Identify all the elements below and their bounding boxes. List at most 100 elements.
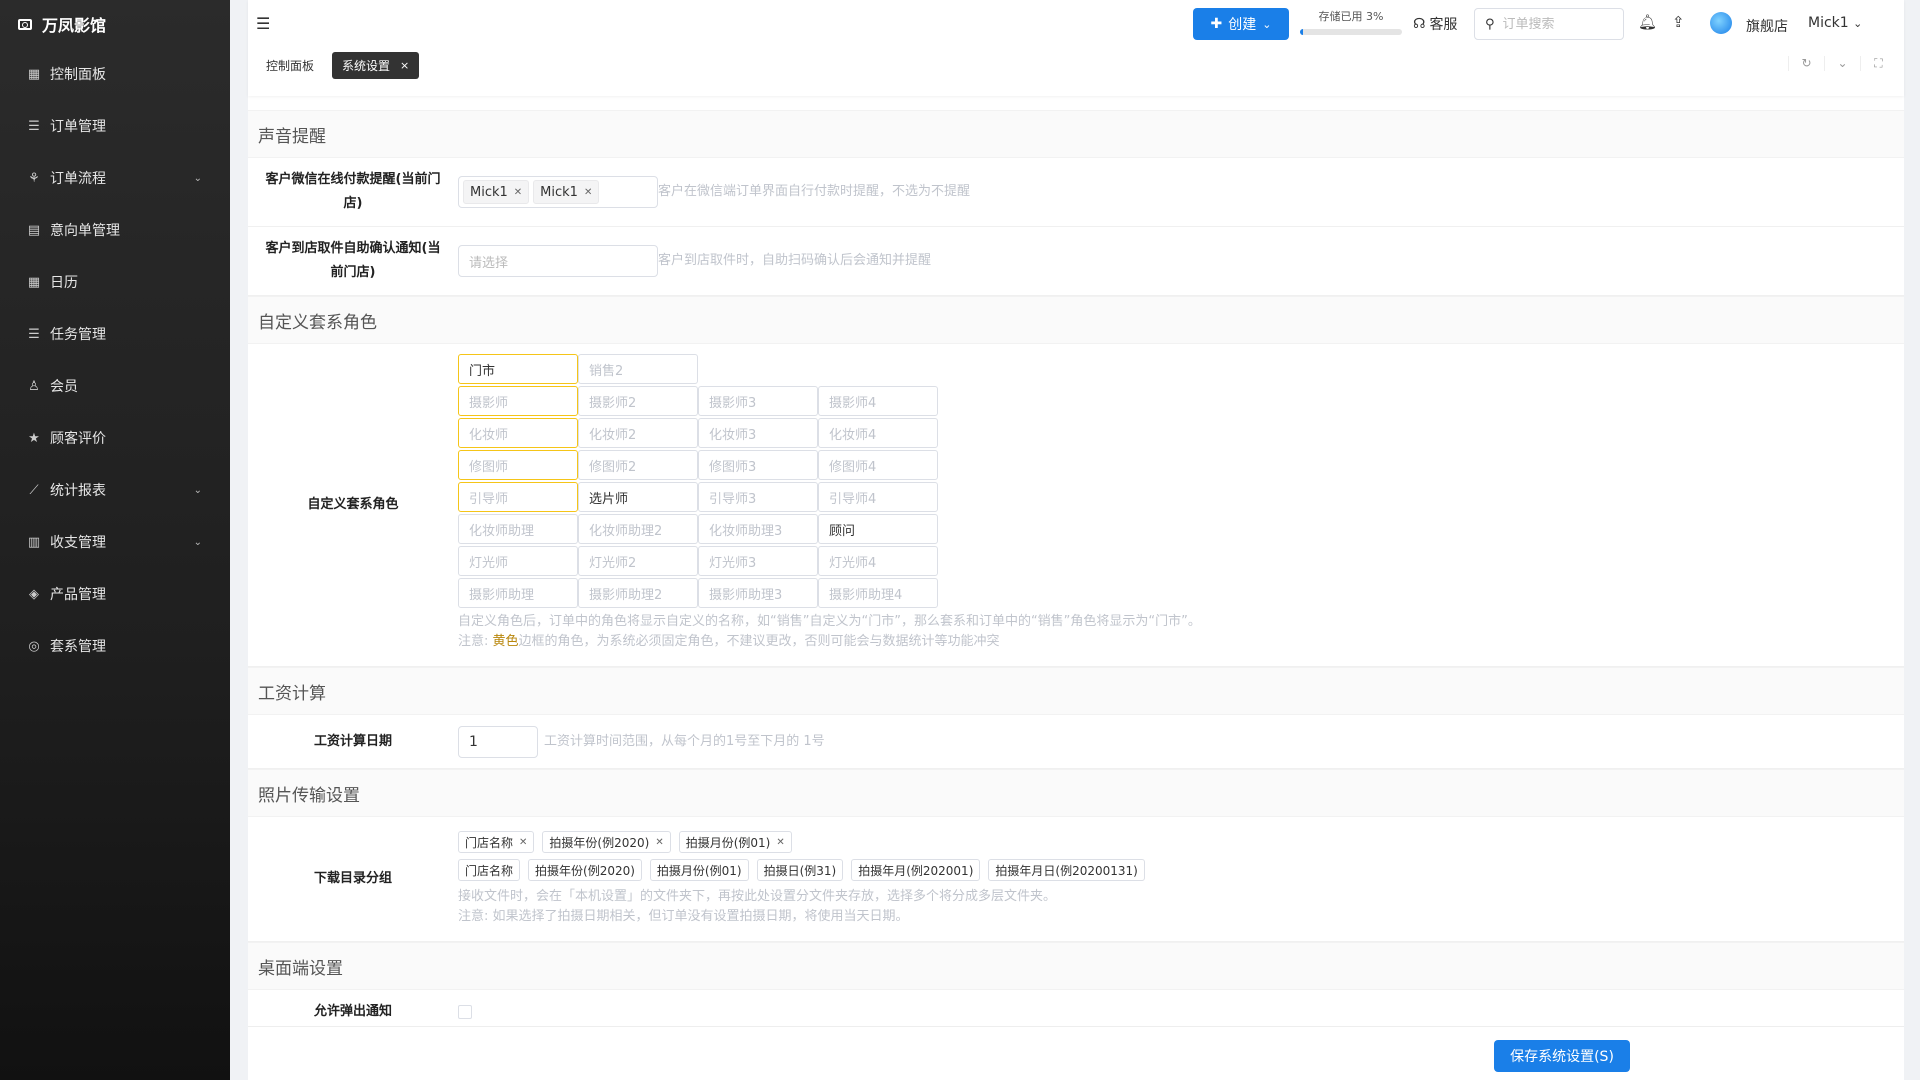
- create-button[interactable]: ✚ 创建 ⌄: [1193, 8, 1289, 40]
- section-title-desktop: 桌面端设置: [248, 942, 1904, 990]
- sidebar-item-label: 产品管理: [50, 587, 106, 603]
- chip-label: Mick1: [470, 184, 508, 200]
- close-icon[interactable]: ✕: [519, 837, 527, 848]
- sidebar-item[interactable]: ★ 顾客评价: [0, 412, 230, 464]
- role-input[interactable]: 灯光师: [458, 546, 578, 576]
- sidebar-item[interactable]: ◎ 套系管理: [0, 620, 230, 672]
- row-wechat-payment: 客户微信在线付款提醒(当前门店) Mick1 ✕ Mick1 ✕ 客户在微信端订单界…: [248, 158, 1904, 227]
- role-input[interactable]: 引导师: [458, 482, 578, 512]
- role-input[interactable]: 门市: [458, 354, 578, 384]
- dir-option-tag[interactable]: 拍摄年份(例2020): [528, 859, 642, 881]
- role-input[interactable]: 摄影师助理3: [698, 578, 818, 608]
- chevron-down-icon: ⌄: [193, 536, 202, 548]
- close-icon[interactable]: ✕: [514, 187, 522, 198]
- role-input[interactable]: 摄影师4: [818, 386, 938, 416]
- sidebar-item[interactable]: ⚘ 订单流程 ⌄: [0, 152, 230, 204]
- sidebar-item[interactable]: ☰ 订单管理: [0, 100, 230, 152]
- role-input[interactable]: 引导师4: [818, 482, 938, 512]
- sidebar-item[interactable]: ⟋ 统计报表 ⌄: [0, 464, 230, 516]
- customer-service-button[interactable]: ☊ 客服: [1413, 14, 1457, 34]
- role-input[interactable]: 灯光师2: [578, 546, 698, 576]
- sidebar-item[interactable]: ◈ 产品管理: [0, 568, 230, 620]
- role-input[interactable]: 化妆师3: [698, 418, 818, 448]
- refresh-icon[interactable]: ↻: [1788, 56, 1824, 71]
- role-input[interactable]: 摄影师2: [578, 386, 698, 416]
- user-menu[interactable]: Mick1 ⌄: [1808, 15, 1862, 31]
- sidebar-item[interactable]: ▤ 意向单管理: [0, 204, 230, 256]
- role-input[interactable]: 摄影师助理4: [818, 578, 938, 608]
- brand[interactable]: 万凤影馆: [0, 0, 230, 48]
- role-input[interactable]: 化妆师4: [818, 418, 938, 448]
- role-input[interactable]: 摄影师助理: [458, 578, 578, 608]
- tab-dashboard[interactable]: 控制面板: [256, 52, 324, 79]
- search-input[interactable]: [1502, 16, 1603, 32]
- chevron-down-icon[interactable]: ⌄: [1824, 56, 1860, 71]
- select-placeholder: 请选择: [469, 255, 509, 271]
- role-input[interactable]: 引导师3: [698, 482, 818, 512]
- menu-toggle-icon[interactable]: ☰: [256, 14, 270, 33]
- role-input[interactable]: 摄影师3: [698, 386, 818, 416]
- dir-option-tag[interactable]: 门店名称: [458, 859, 521, 881]
- popup-notify-checkbox[interactable]: [458, 1004, 472, 1019]
- store-name[interactable]: 旗舰店: [1746, 16, 1788, 36]
- role-input[interactable]: 灯光师4: [818, 546, 938, 576]
- create-label: 创建: [1228, 17, 1257, 33]
- dir-option-tag[interactable]: 拍摄月份(例01): [649, 859, 749, 881]
- service-label: 客服: [1429, 17, 1458, 33]
- fullscreen-icon[interactable]: ⛶: [1860, 56, 1896, 71]
- role-input[interactable]: 选片师: [578, 482, 698, 512]
- role-input[interactable]: 化妆师助理: [458, 514, 578, 544]
- section-title-roles: 自定义套系角色: [248, 296, 1904, 344]
- role-grid-row: 修图师 修图师2 修图师3 修图师4: [458, 450, 1904, 480]
- role-grid-row: 化妆师 化妆师2 化妆师3 化妆师4: [458, 418, 1904, 448]
- sidebar-item[interactable]: ▦ 控制面板: [0, 48, 230, 100]
- role-input[interactable]: 化妆师助理2: [578, 514, 698, 544]
- role-input[interactable]: 化妆师: [458, 418, 578, 448]
- pickup-notify-hint: 客户到店取件时，自助扫码确认后会通知并提醒: [658, 253, 932, 268]
- upload-icon[interactable]: ⇪: [1672, 13, 1685, 31]
- chart-icon: ⟋: [29, 482, 39, 498]
- dir-option-tag[interactable]: 拍摄日(例31): [756, 859, 844, 881]
- close-icon[interactable]: ✕: [584, 187, 592, 198]
- role-input[interactable]: 化妆师2: [578, 418, 698, 448]
- salary-date-label: 工资计算日期: [313, 733, 392, 749]
- close-icon[interactable]: ×: [400, 59, 409, 72]
- dir-option-tag[interactable]: 拍摄年月(例202001): [851, 859, 981, 881]
- user-name: Mick1: [1808, 15, 1849, 31]
- role-input[interactable]: 修图师: [458, 450, 578, 480]
- role-input[interactable]: 摄影师助理2: [578, 578, 698, 608]
- star-icon: ★: [28, 430, 40, 446]
- role-input[interactable]: 顾问: [818, 514, 938, 544]
- selected-dir-tag: 门店名称 ✕: [458, 831, 535, 853]
- close-icon[interactable]: ✕: [655, 837, 663, 848]
- role-input[interactable]: 修图师4: [818, 450, 938, 480]
- order-search[interactable]: ⚲: [1474, 8, 1624, 40]
- sidebar-item[interactable]: ☰ 任务管理: [0, 308, 230, 360]
- role-input[interactable]: 化妆师助理3: [698, 514, 818, 544]
- sidebar-item[interactable]: ▥ 收支管理 ⌄: [0, 516, 230, 568]
- document-icon: ▤: [27, 222, 41, 238]
- settings-content: 声音提醒 客户微信在线付款提醒(当前门店) Mick1 ✕ Mick1 ✕ 客户在微…: [248, 96, 1904, 1026]
- role-input[interactable]: 销售2: [578, 354, 698, 384]
- package-icon: ◎: [28, 638, 40, 654]
- salary-date-input[interactable]: 1: [458, 725, 538, 758]
- save-settings-button[interactable]: 保存系统设置(S): [1494, 1040, 1630, 1072]
- camera-icon: [18, 18, 32, 30]
- role-input[interactable]: 修图师2: [578, 450, 698, 480]
- role-input[interactable]: 灯光师3: [698, 546, 818, 576]
- product-icon: ◈: [29, 586, 39, 602]
- role-input[interactable]: 摄影师: [458, 386, 578, 416]
- storage-bar-fill: [1300, 29, 1304, 35]
- sidebar-item[interactable]: ♙ 会员: [0, 360, 230, 412]
- wechat-payment-select[interactable]: Mick1 ✕ Mick1 ✕: [458, 176, 658, 208]
- tab-system-settings[interactable]: 系统设置 ×: [332, 52, 420, 79]
- footer: 保存系统设置(S): [248, 1026, 1904, 1080]
- bell-icon[interactable]: 🔔︎: [1638, 13, 1657, 31]
- storage-bar: [1300, 29, 1402, 35]
- pickup-notify-select[interactable]: 请选择: [458, 245, 658, 277]
- headset-icon: ☊: [1413, 16, 1426, 32]
- sidebar-item[interactable]: ▦ 日历: [0, 256, 230, 308]
- role-input[interactable]: 修图师3: [698, 450, 818, 480]
- close-icon[interactable]: ✕: [776, 837, 784, 848]
- dir-option-tag[interactable]: 拍摄年月日(例20200131): [988, 859, 1145, 881]
